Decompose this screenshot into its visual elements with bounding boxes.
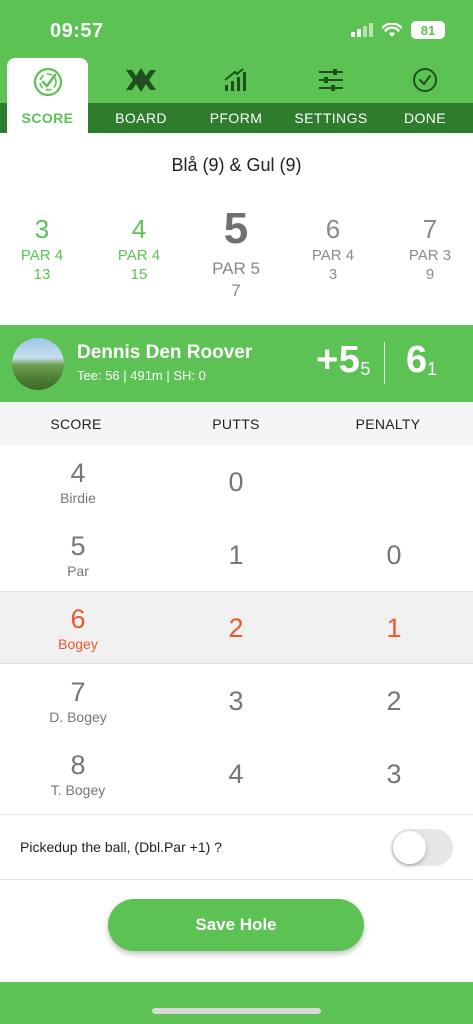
avatar — [12, 338, 64, 390]
hole-item-7[interactable]: 7 PAR 3 9 — [385, 215, 473, 283]
hole-item-5-current[interactable]: 5 PAR 5 7 — [191, 207, 281, 301]
putts-option[interactable]: 2 — [176, 613, 296, 644]
hole-number: 6 — [325, 214, 341, 244]
score-value: 6 — [70, 604, 86, 634]
penalty-option[interactable]: 1 — [334, 613, 454, 644]
tab-score[interactable]: SCORE — [7, 58, 88, 133]
player-info: Tee: 56 | 491m | SH: 0 — [77, 368, 206, 383]
course-name: Blå (9) & Gul (9) — [171, 155, 302, 175]
hole-item-4[interactable]: 4 PAR 4 15 — [94, 215, 184, 283]
score-to-par: +55 — [316, 339, 371, 382]
target-check-icon — [33, 67, 62, 96]
cellular-signal-icon — [351, 23, 373, 37]
score-label: D. Bogey — [49, 709, 107, 725]
penalty-option[interactable]: 0 — [334, 540, 454, 571]
putts-option[interactable]: 3 — [176, 686, 296, 717]
putts-option[interactable]: 1 — [176, 540, 296, 571]
tab-settings-label: SETTINGS — [294, 110, 368, 126]
hole-index: 3 — [328, 266, 338, 283]
tab-pform-label: PFORM — [209, 110, 263, 126]
score-option[interactable]: 5 Par — [18, 531, 138, 579]
score-row-double-bogey: 7 D. Bogey 3 2 — [0, 664, 473, 737]
hole-index: 15 — [130, 266, 148, 283]
score-value: 5 — [70, 531, 86, 561]
score-option[interactable]: 7 D. Bogey — [18, 677, 138, 725]
hole-strokes-value: 6 — [406, 339, 428, 381]
wifi-icon — [382, 22, 402, 37]
score-label: Bogey — [58, 636, 98, 652]
hole-number: 3 — [34, 214, 50, 244]
home-indicator[interactable] — [152, 1008, 321, 1014]
score-label: Par — [67, 563, 89, 579]
status-bar: 09:57 81 — [0, 0, 473, 56]
battery-level: 81 — [420, 22, 436, 38]
score-label: T. Bogey — [50, 782, 106, 798]
score-row-birdie: 4 Birdie 0 — [0, 445, 473, 518]
hole-index: 13 — [33, 266, 51, 283]
score-option[interactable]: 4 Birdie — [18, 458, 138, 506]
column-penalty: PENALTY — [355, 416, 421, 432]
score-value: 4 — [70, 458, 86, 488]
player-name: Dennis Den Roover — [77, 342, 253, 363]
check-circle-icon — [413, 67, 437, 92]
pickup-toggle[interactable] — [391, 829, 453, 866]
toggle-knob — [393, 831, 426, 864]
score-option[interactable]: 8 T. Bogey — [18, 750, 138, 798]
putts-option[interactable]: 4 — [176, 759, 296, 790]
hole-selector: 3 PAR 4 13 4 PAR 4 15 5 PAR 5 7 6 PAR 4 … — [0, 205, 473, 305]
battery-icon: 81 — [411, 21, 445, 39]
hole-index: 9 — [425, 266, 435, 283]
hole-par: PAR 4 — [117, 247, 161, 264]
save-hole-button[interactable]: Save Hole — [108, 899, 364, 951]
column-score: SCORE — [50, 416, 102, 432]
hole-par: PAR 3 — [408, 247, 452, 264]
hole-par: PAR 5 — [212, 259, 260, 278]
tab-done-label: DONE — [403, 110, 447, 126]
penalty-option[interactable]: 2 — [334, 686, 454, 717]
penalty-option[interactable]: 3 — [334, 759, 454, 790]
status-time: 09:57 — [50, 20, 104, 42]
leaderboard-trophy-icon — [126, 67, 156, 92]
hole-strokes: 61 — [406, 339, 437, 382]
tab-pform[interactable]: PFORM — [190, 56, 282, 133]
pickup-label: Pickedup the ball, (Dbl.Par +1) ? — [20, 839, 222, 855]
hole-item-3[interactable]: 3 PAR 4 13 — [0, 215, 87, 283]
putts-option[interactable]: 0 — [176, 467, 296, 498]
score-option[interactable]: 6 Bogey — [18, 604, 138, 652]
hole-par: PAR 4 — [20, 247, 64, 264]
score-value: 8 — [70, 750, 86, 780]
bottom-bar — [0, 982, 473, 1024]
score-row-bogey-selected: 6 Bogey 2 1 — [0, 591, 473, 664]
tab-board[interactable]: BOARD — [95, 56, 187, 133]
score-label: Birdie — [60, 490, 96, 506]
player-bar[interactable]: Dennis Den Roover Tee: 56 | 491m | SH: 0… — [0, 325, 473, 402]
hole-strokes-sub: 1 — [427, 359, 438, 379]
hole-item-6[interactable]: 6 PAR 4 3 — [288, 215, 378, 283]
score-to-par-value: +5 — [316, 339, 361, 381]
hole-par: PAR 4 — [311, 247, 355, 264]
divider — [384, 342, 385, 384]
tab-done[interactable]: DONE — [379, 56, 471, 133]
column-headers: SCORE PUTTS PENALTY — [0, 402, 473, 445]
hole-number: 5 — [223, 204, 249, 253]
performance-chart-icon — [224, 67, 246, 91]
tab-score-label: SCORE — [21, 110, 74, 126]
column-putts: PUTTS — [212, 416, 260, 432]
hole-number: 4 — [131, 214, 147, 244]
tab-settings[interactable]: SETTINGS — [285, 56, 377, 133]
sliders-icon — [319, 68, 343, 91]
hole-number: 7 — [422, 214, 438, 244]
score-row-triple-bogey: 8 T. Bogey 4 3 — [0, 737, 473, 810]
hole-index: 7 — [231, 281, 241, 300]
status-icons: 81 — [351, 21, 445, 39]
tab-board-label: BOARD — [115, 110, 167, 126]
pickup-row: Pickedup the ball, (Dbl.Par +1) ? — [0, 814, 473, 880]
score-to-par-sub: 5 — [360, 359, 371, 379]
score-value: 7 — [70, 677, 86, 707]
score-row-par: 5 Par 1 0 — [0, 518, 473, 591]
